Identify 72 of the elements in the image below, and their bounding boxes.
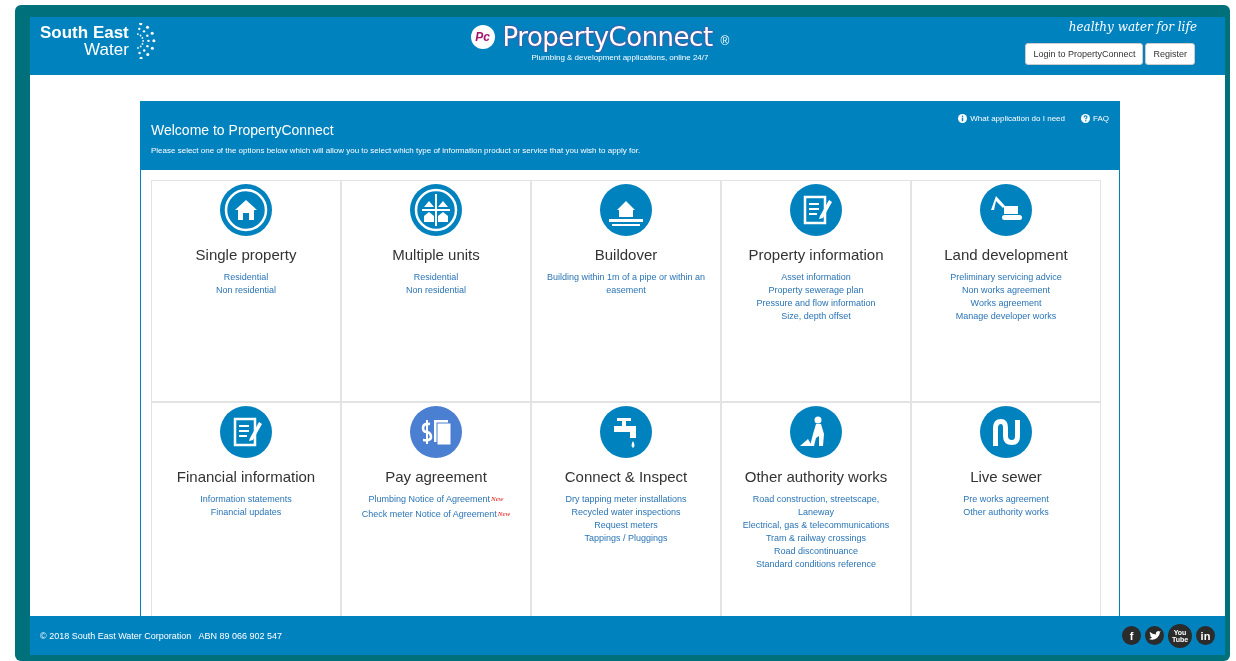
excavator-icon xyxy=(980,184,1032,236)
card-title: Financial information xyxy=(176,468,316,485)
option-link[interactable]: Pressure and flow information xyxy=(756,297,876,310)
card-title: Single property xyxy=(195,246,297,263)
product-name: PropertyConnect xyxy=(502,22,713,52)
logo-badge: Pc xyxy=(470,25,495,49)
pipe-icon xyxy=(980,406,1032,458)
bird-icon xyxy=(1148,630,1161,641)
option-link[interactable]: Recycled water inspections xyxy=(571,506,681,519)
option-card[interactable]: Property information Asset information Property sewerage plan Pressure and flow information Size, depth offset xyxy=(721,180,911,402)
option-link[interactable]: Size, depth offset xyxy=(781,310,851,323)
header-button[interactable]: Register xyxy=(1145,43,1195,65)
option-link[interactable]: Standard conditions reference xyxy=(755,558,877,571)
option-link[interactable]: Asset information xyxy=(781,271,851,284)
info-icon xyxy=(958,113,968,123)
card-title: Land development xyxy=(944,246,1068,263)
worker-icon xyxy=(790,406,842,458)
card-title: Multiple units xyxy=(392,246,480,263)
option-link[interactable]: Non residential xyxy=(405,284,466,297)
copyright-text: © 2018 South East Water Corporation ABN 89 066 902 547 xyxy=(40,630,282,641)
option-card[interactable]: Buildover Building within 1m of a pipe or within an easement xyxy=(531,180,721,402)
option-link[interactable]: Road construction, streetscape, Laneway xyxy=(736,493,896,519)
option-link[interactable]: Check meter Notice of Agreement xyxy=(361,508,497,522)
option-link[interactable]: Information statements xyxy=(200,493,292,506)
option-link[interactable]: Electrical, gas & telecommunications xyxy=(742,519,890,532)
option-link[interactable]: Other authority works xyxy=(963,506,1049,519)
option-link[interactable]: Plumbing Notice of Agreement xyxy=(368,493,491,506)
money-icon xyxy=(410,406,462,458)
registered-mark: ® xyxy=(720,33,730,48)
house-icon xyxy=(220,184,272,236)
help-icon xyxy=(1081,113,1090,123)
brand-name: South East xyxy=(40,24,129,41)
units-icon xyxy=(410,184,462,236)
option-link[interactable]: Financial updates xyxy=(210,506,282,519)
option-link[interactable]: Property sewerage plan xyxy=(768,284,864,297)
option-link[interactable]: Pre works agreement xyxy=(963,493,1049,506)
social-link[interactable]: in xyxy=(1196,626,1215,645)
document-icon xyxy=(790,184,842,236)
option-link[interactable]: Non residential xyxy=(215,284,276,297)
option-link[interactable]: Tappings / Pluggings xyxy=(584,532,668,545)
option-link[interactable]: Road discontinuance xyxy=(773,545,859,558)
option-link[interactable]: Building within 1m of a pipe or within an easement xyxy=(546,271,706,297)
option-link[interactable]: Preliminary servicing advice xyxy=(950,271,1062,284)
help-link[interactable]: FAQ xyxy=(1081,112,1109,124)
social-link[interactable] xyxy=(1145,626,1164,645)
option-card[interactable]: Multiple units Residential Non residential xyxy=(341,180,531,402)
option-link[interactable]: Dry tapping meter installations xyxy=(565,493,687,506)
card-title: Live sewer xyxy=(970,468,1042,485)
option-link[interactable]: Non works agreement xyxy=(961,284,1050,297)
panel-intro: Please select one of the options below which will allow you to select which type of information product or service that you wish to apply for. xyxy=(151,146,641,155)
brand-name: Water xyxy=(84,41,129,58)
option-link[interactable]: Request meters xyxy=(594,519,658,532)
slogan: healthy water for life xyxy=(1068,20,1197,34)
option-card[interactable]: Single property Residential Non residential xyxy=(151,180,341,402)
social-link[interactable]: f xyxy=(1122,626,1141,645)
card-title: Pay agreement xyxy=(385,468,487,485)
option-link[interactable]: Works agreement xyxy=(970,297,1042,310)
option-link[interactable]: Tram & railway crossings xyxy=(765,532,867,545)
option-card[interactable]: Land development Preliminary servicing advice Non works agreement Works agreement Manage developer works xyxy=(911,180,1101,402)
card-title: Other authority works xyxy=(744,468,888,485)
option-link[interactable]: Residential xyxy=(223,271,269,284)
card-title: Connect & Inspect xyxy=(564,468,688,485)
help-link[interactable]: What application do I need xyxy=(958,112,1065,124)
panel-title: Welcome to PropertyConnect xyxy=(151,122,335,138)
option-link[interactable]: Residential xyxy=(413,271,459,284)
document-icon xyxy=(220,406,272,458)
product-tagline: Plumbing & development applications, online 24/7 xyxy=(531,53,709,62)
option-link[interactable]: Manage developer works xyxy=(955,310,1057,323)
tap-icon xyxy=(600,406,652,458)
card-title: Buildover xyxy=(594,246,658,263)
card-title: Property information xyxy=(748,246,884,263)
header-button[interactable]: Login to PropertyConnect xyxy=(1025,43,1144,65)
